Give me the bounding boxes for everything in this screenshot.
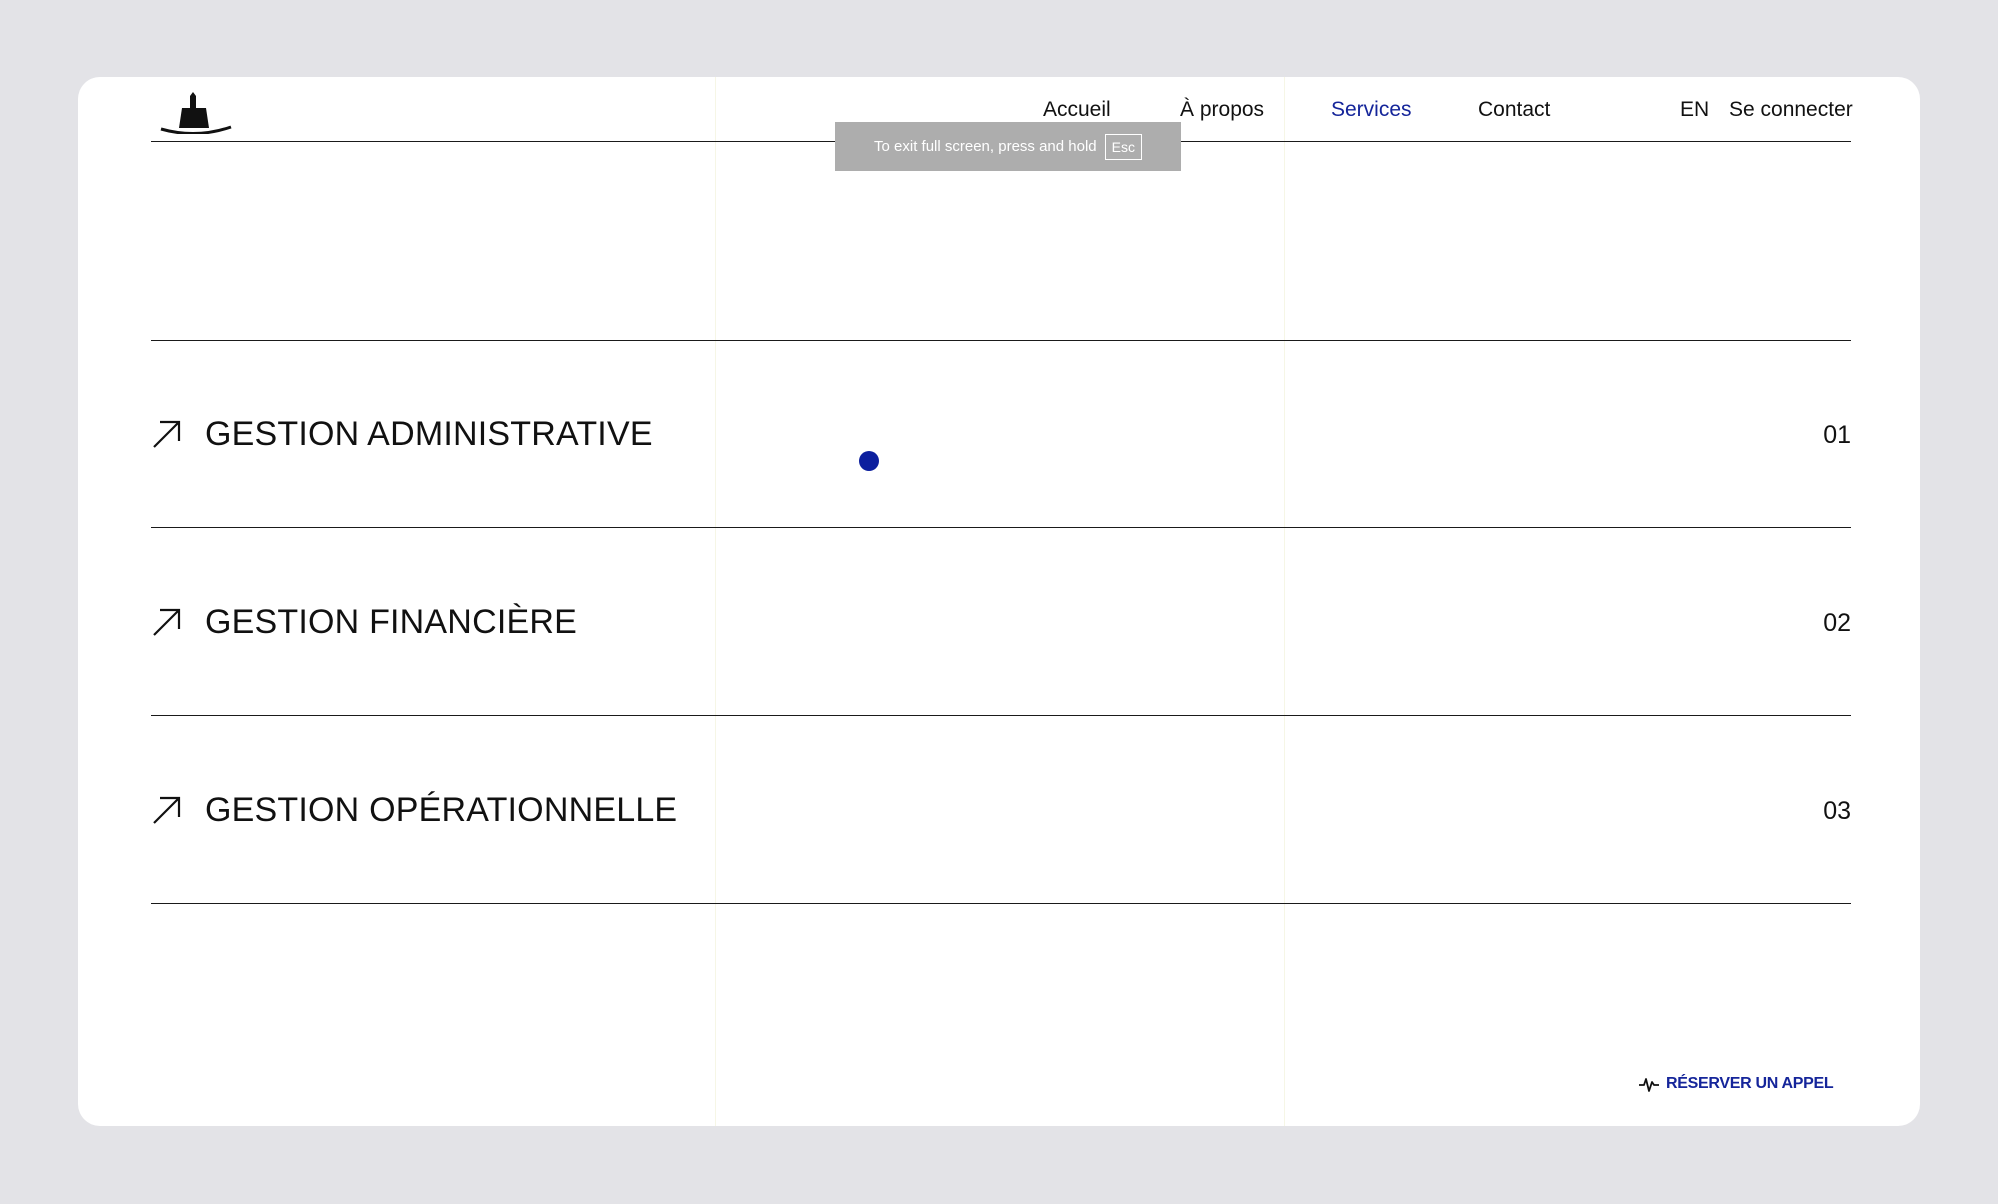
nav-link-contact[interactable]: Contact [1478,98,1550,122]
list-divider [151,715,1851,716]
arrow-up-right-icon [153,420,181,448]
service-title: GESTION FINANCIÈRE [205,603,577,641]
service-row-operationnelle[interactable]: GESTION OPÉRATIONNELLE 03 [151,765,1851,855]
service-title: GESTION ADMINISTRATIVE [205,415,653,453]
list-divider [151,903,1851,904]
nav-link-a-propos[interactable]: À propos [1180,98,1264,122]
service-number: 03 [1823,797,1851,825]
login-link[interactable]: Se connecter [1729,98,1853,122]
nav-link-services[interactable]: Services [1331,98,1412,122]
logo-icon[interactable] [160,92,232,134]
list-divider [151,527,1851,528]
esc-key-badge: Esc [1104,133,1142,160]
nav-link-accueil[interactable]: Accueil [1043,98,1111,122]
pulse-icon [1639,1078,1659,1092]
page-card: Accueil À propos Services Contact EN Se … [78,77,1920,1126]
fullscreen-notice-text: To exit full screen, press and hold [874,138,1097,155]
arrow-up-right-icon [153,608,181,636]
service-row-financiere[interactable]: GESTION FINANCIÈRE 02 [151,577,1851,667]
service-number: 01 [1823,421,1851,449]
service-title: GESTION OPÉRATIONNELLE [205,791,678,829]
language-switch[interactable]: EN [1680,98,1709,122]
service-number: 02 [1823,609,1851,637]
service-row-administrative[interactable]: GESTION ADMINISTRATIVE 01 [151,389,1851,479]
list-divider [151,340,1851,341]
arrow-up-right-icon [153,796,181,824]
cursor-dot [859,451,879,471]
fullscreen-notice: To exit full screen, press and hold Esc [835,122,1181,171]
book-call-label: RÉSERVER UN APPEL [1666,1075,1834,1092]
book-call-button[interactable]: RÉSERVER UN APPEL [1638,1073,1834,1095]
